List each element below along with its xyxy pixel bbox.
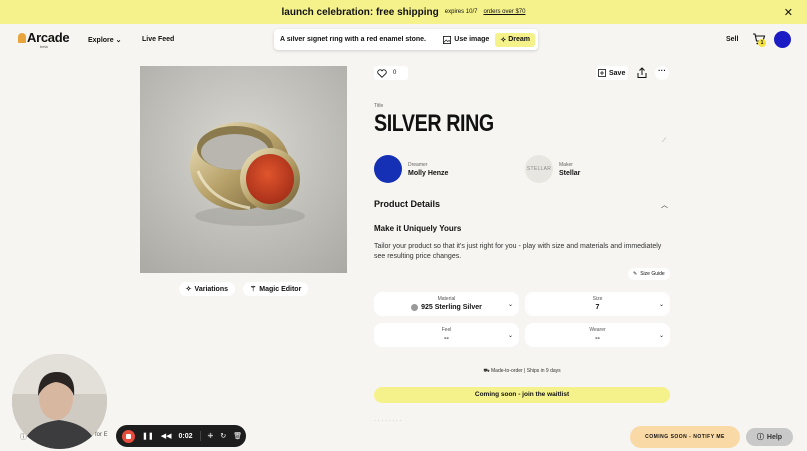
rewind-icon[interactable]: ◀◀ [161, 432, 172, 440]
truck-icon: ⛟ [483, 368, 490, 374]
dreamer-label: Dreamer [408, 161, 428, 168]
promo-link[interactable]: orders over $70 [483, 9, 525, 15]
like-count: 0 [393, 70, 397, 76]
grid-icon[interactable]: ⁜ [208, 432, 214, 440]
promo-expiry: expires 10/7 [444, 9, 478, 15]
chevron-down-icon: ⌄ [507, 302, 513, 308]
magic-wand-icon: ⚚ [250, 286, 257, 293]
chevron-down-icon: ⌄ [115, 37, 122, 44]
like-button[interactable]: 0 [374, 66, 408, 80]
more-options-icon[interactable]: ··· [655, 66, 669, 80]
help-button[interactable]: ⓘ Help [746, 428, 793, 446]
ring-illustration [140, 66, 347, 273]
recording-timer: 0:02 [178, 432, 193, 440]
promo-text: launch celebration: free shipping [281, 6, 439, 18]
chevron-down-icon: ⌄ [507, 333, 513, 339]
image-actions: ✧ Variations ⚚ Magic Editor [140, 282, 347, 296]
notify-me-button[interactable]: COMING SOON - NOTIFY ME [630, 426, 740, 448]
sparkle-icon: ✧ [500, 36, 507, 44]
dream-search-bar[interactable]: A silver signet ring with a red enamel s… [274, 29, 538, 50]
customize-heading: Make it Uniquely Yours [374, 224, 462, 233]
size-guide-button[interactable]: ✎ Size Guide [628, 268, 670, 280]
webcam-bubble[interactable] [12, 354, 107, 449]
dreamer-name[interactable]: Molly Henze [408, 170, 448, 177]
shipping-info: ⛟ Made-to-order | Ships in 9 days [483, 368, 561, 374]
nav-explore[interactable]: Explore ⌄ [88, 36, 122, 44]
feel-select[interactable]: Feel -- ⌄ [374, 323, 519, 347]
plus-box-icon [598, 69, 606, 77]
dreamer-avatar[interactable] [374, 155, 402, 183]
use-image-button[interactable]: Use image [443, 35, 489, 44]
material-select[interactable]: Material 925 Sterling Silver ⌄ [374, 292, 519, 316]
share-icon[interactable] [635, 66, 649, 80]
variations-button[interactable]: ✧ Variations [178, 282, 236, 296]
help-icon: ⓘ [756, 434, 764, 441]
pause-icon[interactable]: ❚❚ [142, 432, 154, 440]
maker-info: STELLAR Maker Stellar [525, 155, 580, 183]
title-label: Title [374, 103, 384, 109]
promo-banner: launch celebration: free shipping expire… [0, 0, 807, 24]
product-image [140, 66, 347, 273]
product-details-heading[interactable]: Product Details [374, 199, 440, 209]
trash-icon[interactable]: 🗑 [233, 432, 242, 440]
arcade-logo-icon [18, 32, 26, 43]
chevron-down-icon: ⌄ [658, 302, 664, 308]
presenter-video [12, 354, 107, 449]
sparkle-icon: ✧ [185, 286, 192, 293]
nav-live-feed[interactable]: Live Feed [142, 36, 174, 43]
dreamer-info: Dreamer Molly Henze [374, 155, 448, 183]
save-button[interactable]: Save [596, 66, 628, 80]
ruler-icon: ✎ [633, 271, 638, 277]
maker-label: Maker [559, 161, 573, 168]
cart-count-badge: 1 [758, 39, 766, 47]
user-avatar[interactable] [774, 31, 791, 48]
beta-badge: beta [40, 44, 48, 49]
cutoff-content: · · · · · · · · [374, 418, 402, 424]
chevron-up-icon[interactable]: ︿ [661, 200, 668, 210]
join-waitlist-button[interactable]: Coming soon - join the waitlist [374, 387, 670, 403]
maker-avatar[interactable]: STELLAR [525, 155, 553, 183]
chevron-down-icon: ⌄ [658, 333, 664, 339]
dream-button[interactable]: ✧ Dream [495, 32, 535, 47]
wearer-select[interactable]: Wearer -- ⌄ [525, 323, 670, 347]
product-title[interactable]: SILVER RING [374, 110, 494, 138]
maker-name[interactable]: Stellar [559, 170, 580, 177]
logo[interactable]: Arcade beta [18, 30, 70, 49]
resize-handle-icon[interactable]: ⟋ [662, 138, 666, 145]
recording-toolbar: ❚❚ ◀◀ 0:02 ⁜ ↻ 🗑 [116, 425, 246, 447]
image-icon [443, 35, 452, 44]
magic-editor-button[interactable]: ⚚ Magic Editor [243, 282, 309, 296]
restart-icon[interactable]: ↻ [220, 432, 226, 440]
search-input[interactable]: A silver signet ring with a red enamel s… [274, 36, 443, 43]
nav-sell[interactable]: Sell [726, 36, 738, 43]
heart-icon [377, 68, 387, 78]
toolbar-divider [199, 431, 201, 441]
stop-recording-button[interactable] [122, 429, 135, 443]
close-icon[interactable]: ✕ [784, 6, 793, 19]
material-swatch [411, 304, 419, 311]
size-select[interactable]: Size 7 ⌄ [525, 292, 670, 316]
customize-description: Tailor your product so that it's just ri… [374, 243, 662, 260]
